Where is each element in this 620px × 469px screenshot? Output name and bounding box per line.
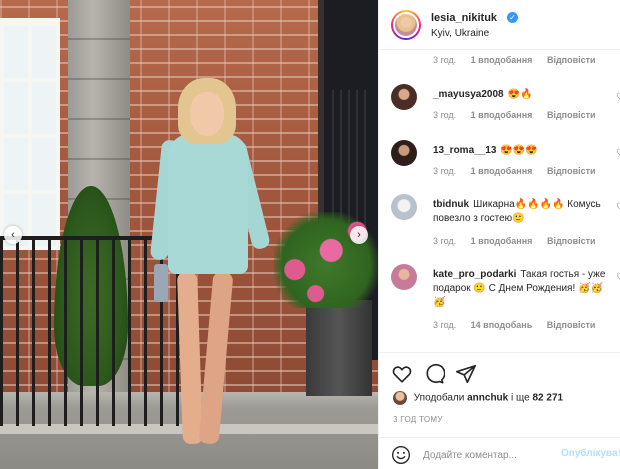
commenter-avatar[interactable] — [391, 194, 417, 220]
comment-reply-button[interactable]: Відповісти — [547, 320, 596, 330]
window — [0, 18, 60, 250]
comment-text: tbidnuk Шикарна🔥🔥🔥🔥 Комусь повезло з гост… — [433, 198, 611, 226]
commenter-username[interactable]: tbidnuk — [433, 199, 469, 210]
dress — [168, 134, 248, 274]
comment-meta: 3 год. 1 вподобання Відповісти — [433, 55, 608, 65]
leg — [198, 271, 234, 445]
likes-suffix: і ще — [511, 392, 530, 404]
comment-time[interactable]: 3 год. — [433, 236, 456, 246]
comment-body: 😍🔥 — [507, 89, 533, 100]
post-side-panel: lesia_nikituk ✓ Kyiv, Ukraine 3 год. 1 в… — [378, 0, 620, 469]
comment-body: 😍😍😍 — [500, 145, 538, 156]
comment-meta: 3 год. 1 вподобання Відповісти — [433, 166, 608, 176]
smiley-icon[interactable] — [391, 445, 411, 465]
comment-text: _mayusya2008 😍🔥 — [433, 88, 611, 102]
paper-plane-icon[interactable] — [455, 363, 477, 385]
comment-meta: 3 год. 14 вподобань Відповісти — [433, 320, 607, 330]
comment-text: 13_roma__13 😍😍😍 — [433, 144, 611, 158]
commenter-avatar[interactable] — [391, 264, 417, 290]
carousel-prev-button[interactable]: ‹ — [4, 226, 22, 244]
heart-outline-icon[interactable]: ♡ — [616, 148, 620, 159]
comment-likes[interactable]: 1 вподобання — [471, 110, 533, 120]
post-actions: Уподобали annchuk і ще 82 271 3 ГОД ТОМУ… — [379, 352, 620, 469]
verified-badge-icon: ✓ — [507, 12, 518, 23]
publish-button[interactable]: Опублікувати — [561, 448, 620, 459]
likes-count[interactable]: 82 271 — [532, 393, 563, 404]
author-username[interactable]: lesia_nikituk — [431, 12, 497, 24]
commenter-username[interactable]: kate_pro_podarki — [433, 269, 516, 280]
heart-outline-icon[interactable] — [391, 363, 413, 385]
comment-likes[interactable]: 14 вподобань — [471, 320, 533, 330]
comment-reply-button[interactable]: Відповісти — [547, 110, 596, 120]
commenter-avatar[interactable] — [391, 140, 417, 166]
handbag — [154, 264, 168, 302]
comment-time[interactable]: 3 год. — [433, 110, 456, 120]
post-location[interactable]: Kyiv, Ukraine — [431, 28, 489, 39]
comment-reply-button[interactable]: Відповісти — [547, 166, 596, 176]
comment-likes[interactable]: 1 вподобання — [471, 166, 533, 176]
comment-time[interactable]: 3 год. — [433, 55, 456, 65]
comment-time[interactable]: 3 год. — [433, 320, 456, 330]
leg — [177, 271, 203, 445]
comment-reply-button[interactable]: Відповісти — [547, 236, 596, 246]
liker-username[interactable]: annchuk — [467, 393, 508, 404]
comment-likes[interactable]: 1 вподобання — [471, 236, 533, 246]
commenter-username[interactable]: 13_roma__13 — [433, 145, 496, 156]
post-timestamp[interactable]: 3 ГОД ТОМУ — [393, 415, 443, 424]
likes-prefix: Уподобали — [413, 392, 465, 404]
comment-time[interactable]: 3 год. — [433, 166, 456, 176]
comment-input[interactable] — [423, 446, 553, 464]
comment-text: kate_pro_podarki Такая гостья - уже подар… — [433, 268, 611, 310]
post-photo[interactable]: ‹ › — [0, 0, 378, 469]
likes-summary: Уподобали annchuk і ще 82 271 — [393, 391, 563, 405]
speech-bubble-icon[interactable] — [423, 363, 445, 385]
heart-outline-icon[interactable]: ♡ — [616, 92, 620, 103]
heart-outline-icon[interactable]: ♡ — [616, 272, 620, 283]
comment-likes[interactable]: 1 вподобання — [471, 55, 533, 65]
author-avatar[interactable] — [391, 10, 421, 40]
face — [190, 92, 224, 136]
comment-reply-button[interactable]: Відповісти — [547, 55, 596, 65]
planter-pot — [306, 300, 372, 396]
iron-fence — [0, 236, 180, 426]
comments-list[interactable]: 3 год. 1 вподобання Відповісти _mayusya2… — [379, 50, 620, 352]
carousel-next-button[interactable]: › — [350, 226, 368, 244]
add-comment-bar: Опублікувати — [379, 437, 620, 469]
commenter-avatar[interactable] — [391, 84, 417, 110]
heart-outline-icon[interactable]: ♡ — [616, 202, 620, 213]
post-header: lesia_nikituk ✓ Kyiv, Ukraine — [379, 0, 620, 50]
woman-figure — [149, 78, 274, 466]
comment-meta: 3 год. 1 вподобання Відповісти — [433, 236, 608, 246]
comment-meta: 3 год. 1 вподобання Відповісти — [433, 110, 608, 120]
liker-avatar[interactable] — [393, 391, 407, 405]
commenter-username[interactable]: _mayusya2008 — [433, 89, 504, 100]
